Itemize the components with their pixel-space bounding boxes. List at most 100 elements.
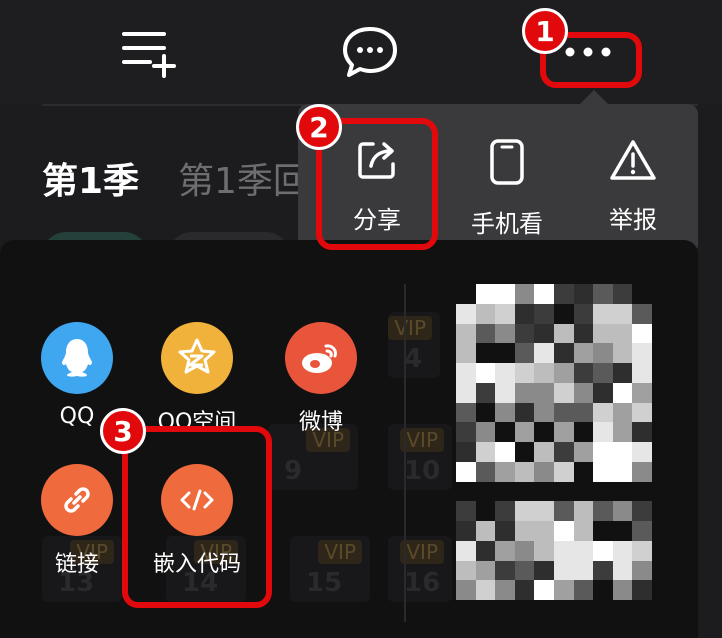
qr-cell	[554, 382, 574, 403]
qr-cell	[593, 323, 613, 344]
qr-cell	[495, 481, 515, 502]
report-warning-icon	[609, 138, 657, 186]
qr-cell	[612, 284, 633, 304]
qr-cell	[573, 442, 594, 462]
qr-cell	[593, 402, 613, 423]
qr-cell	[514, 382, 535, 403]
season-tab-active[interactable]: 第1季	[42, 152, 139, 204]
share-qzone-button[interactable]: QQ空间	[132, 322, 262, 436]
qr-cell	[612, 343, 633, 363]
qr-cell	[612, 303, 633, 324]
qr-cell	[554, 402, 574, 423]
qr-cell	[534, 323, 554, 344]
qr-cell	[534, 501, 554, 521]
qr-cell	[573, 540, 594, 561]
qr-cell	[573, 402, 594, 423]
qr-cell	[612, 521, 633, 541]
qr-cell	[534, 303, 554, 324]
qr-cell	[514, 343, 535, 363]
qr-cell	[632, 540, 652, 561]
qr-cell	[495, 402, 515, 423]
qr-cell	[534, 422, 554, 442]
episode-number: 10	[404, 456, 441, 486]
qr-cell	[514, 540, 535, 561]
qr-cell	[495, 422, 515, 442]
qr-cell	[514, 501, 535, 521]
playlist-add-icon[interactable]	[118, 22, 182, 82]
qr-cell	[632, 461, 652, 482]
qr-cell	[456, 501, 476, 521]
qr-cell	[554, 481, 574, 502]
annotation-highlight-embed	[122, 426, 272, 608]
qr-cell	[475, 580, 496, 600]
qr-cell	[475, 343, 496, 363]
qr-cell	[534, 560, 554, 581]
report-menu-item[interactable]: 举报	[578, 138, 688, 235]
qr-cell	[495, 323, 515, 344]
episode-tile: VIP 15	[290, 536, 370, 602]
season-tab-secondary[interactable]: 第1季回	[178, 152, 309, 204]
qr-cell	[593, 481, 613, 502]
qr-cell	[554, 540, 574, 561]
vip-badge: VIP	[400, 540, 444, 564]
qr-cell	[495, 382, 515, 403]
qr-cell	[632, 343, 652, 363]
qr-cell	[573, 422, 594, 442]
qr-cell	[475, 521, 496, 541]
share-link-label: 链接	[54, 552, 99, 577]
qr-cell	[593, 560, 613, 581]
qr-cell	[612, 382, 633, 403]
qr-cell	[612, 402, 633, 423]
qr-cell	[514, 481, 535, 502]
annotation-badge-1: 1	[522, 8, 568, 54]
episode-tile: VIP 4	[388, 312, 440, 378]
qr-cell	[593, 363, 613, 383]
qr-cell	[632, 501, 652, 521]
qr-cell	[554, 422, 574, 442]
annotation-badge-3: 3	[100, 408, 146, 454]
qr-cell	[456, 461, 476, 482]
qr-cell	[495, 521, 515, 541]
qr-cell	[475, 402, 496, 423]
link-icon	[41, 464, 113, 536]
qr-cell	[612, 580, 633, 600]
share-weibo-label: 微博	[298, 410, 343, 435]
episode-number: 16	[404, 568, 441, 598]
qr-cell	[632, 284, 652, 304]
qr-cell	[456, 402, 476, 423]
qr-cell	[514, 560, 535, 581]
weibo-icon	[285, 322, 357, 394]
share-weibo-button[interactable]: 微博	[256, 322, 386, 436]
episode-number: 15	[306, 568, 343, 598]
qr-cell	[593, 422, 613, 442]
qr-cell	[534, 343, 554, 363]
watch-on-phone-menu-item[interactable]: 手机看	[452, 138, 562, 239]
qr-cell	[534, 382, 554, 403]
comment-icon[interactable]	[338, 22, 402, 82]
qr-cell	[514, 422, 535, 442]
qr-cell	[612, 422, 633, 442]
qr-cell	[632, 402, 652, 423]
qr-cell	[593, 284, 613, 304]
qr-cell	[475, 303, 496, 324]
qr-cell	[534, 363, 554, 383]
qr-cell	[554, 560, 574, 581]
qr-cell	[554, 521, 574, 541]
qr-cell	[612, 481, 633, 502]
qr-cell	[456, 560, 476, 581]
qr-cell	[514, 284, 535, 304]
vip-badge: VIP	[400, 428, 444, 452]
vip-badge: VIP	[388, 316, 432, 340]
qr-cell	[456, 284, 476, 304]
qr-cell	[554, 303, 574, 324]
qr-cell	[554, 580, 574, 600]
qr-cell	[514, 323, 535, 344]
qr-cell	[612, 323, 633, 344]
qr-cell	[495, 461, 515, 482]
qr-cell	[475, 363, 496, 383]
qr-cell	[475, 461, 496, 482]
qr-cell	[593, 303, 613, 324]
qr-cell	[534, 481, 554, 502]
qr-cell	[632, 323, 652, 344]
vip-badge: VIP	[318, 540, 362, 564]
